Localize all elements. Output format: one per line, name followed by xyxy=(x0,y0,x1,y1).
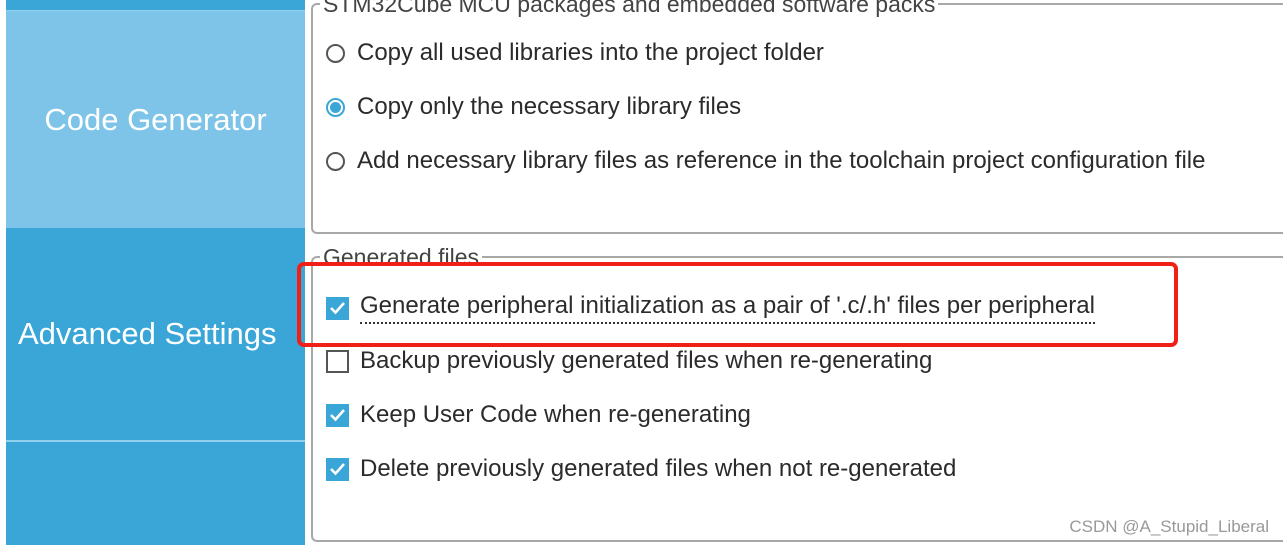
radio-button[interactable] xyxy=(326,43,345,63)
highlight-annotation-box xyxy=(297,262,1178,347)
checkbox-backup[interactable]: Backup previously generated files when r… xyxy=(326,347,932,375)
checkbox-keep-user-code[interactable]: Keep User Code when re-generating xyxy=(326,401,751,429)
sidebar-item-label: Code Generator xyxy=(44,101,267,137)
radio-label: Copy only the necessary library files xyxy=(357,93,742,120)
checkbox-unchecked-icon[interactable] xyxy=(326,349,349,373)
radio-label: Add necessary library files as reference… xyxy=(357,147,1206,174)
radio-copy-necessary[interactable]: Copy only the necessary library files xyxy=(326,93,741,121)
watermark: CSDN @A_Stupid_Liberal xyxy=(1069,517,1269,536)
radio-label: Copy all used libraries into the project… xyxy=(357,39,824,66)
checkbox-checked-icon[interactable] xyxy=(326,403,349,427)
radio-copy-all[interactable]: Copy all used libraries into the project… xyxy=(326,39,824,67)
checkbox-checked-icon[interactable] xyxy=(326,457,349,481)
radio-add-reference[interactable]: Add necessary library files as reference… xyxy=(326,147,1205,175)
sidebar-item-advanced-settings[interactable]: Advanced Settings xyxy=(6,228,305,440)
sidebar-item-code-generator[interactable]: Code Generator xyxy=(6,11,305,228)
sidebar-item-empty[interactable] xyxy=(6,442,305,545)
radio-button[interactable] xyxy=(326,151,345,171)
checkbox-delete-previous[interactable]: Delete previously generated files when n… xyxy=(326,455,956,483)
checkbox-label: Delete previously generated files when n… xyxy=(360,455,957,482)
radio-button-selected[interactable] xyxy=(326,97,345,117)
sidebar-item-label: Advanced Settings xyxy=(18,316,277,351)
checkbox-label: Backup previously generated files when r… xyxy=(360,347,933,374)
packages-group-legend: STM32Cube MCU packages and embedded soft… xyxy=(320,0,939,16)
checkbox-label: Keep User Code when re-generating xyxy=(360,401,751,428)
